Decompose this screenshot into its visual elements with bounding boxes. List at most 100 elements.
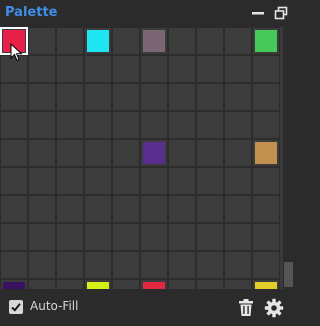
palette-empty-slot[interactable] [84, 83, 112, 111]
minimize-icon[interactable] [249, 4, 267, 22]
trash-icon[interactable] [236, 298, 256, 318]
palette-empty-slot[interactable] [252, 83, 280, 111]
palette-empty-slot[interactable] [224, 279, 252, 289]
palette-empty-slot[interactable] [196, 139, 224, 167]
palette-swatch[interactable] [252, 139, 280, 167]
palette-empty-slot[interactable] [140, 195, 168, 223]
palette-empty-slot[interactable] [252, 55, 280, 83]
palette-empty-slot[interactable] [224, 167, 252, 195]
palette-empty-slot[interactable] [28, 195, 56, 223]
palette-empty-slot[interactable] [84, 111, 112, 139]
palette-empty-slot[interactable] [28, 111, 56, 139]
palette-empty-slot[interactable] [0, 195, 28, 223]
palette-empty-slot[interactable] [112, 167, 140, 195]
palette-empty-slot[interactable] [196, 111, 224, 139]
palette-empty-slot[interactable] [0, 83, 28, 111]
palette-empty-slot[interactable] [84, 251, 112, 279]
palette-empty-slot[interactable] [28, 223, 56, 251]
palette-swatch[interactable] [140, 27, 168, 55]
palette-empty-slot[interactable] [56, 139, 84, 167]
palette-empty-slot[interactable] [84, 167, 112, 195]
palette-empty-slot[interactable] [84, 55, 112, 83]
auto-fill-checkbox[interactable] [9, 300, 23, 314]
palette-empty-slot[interactable] [196, 167, 224, 195]
palette-empty-slot[interactable] [168, 279, 196, 289]
palette-empty-slot[interactable] [84, 139, 112, 167]
palette-empty-slot[interactable] [56, 279, 84, 289]
palette-empty-slot[interactable] [84, 195, 112, 223]
palette-empty-slot[interactable] [56, 55, 84, 83]
palette-empty-slot[interactable] [56, 167, 84, 195]
popout-icon[interactable] [272, 4, 290, 22]
palette-swatch[interactable] [0, 279, 28, 289]
palette-empty-slot[interactable] [196, 55, 224, 83]
palette-empty-slot[interactable] [56, 111, 84, 139]
palette-empty-slot[interactable] [168, 27, 196, 55]
palette-swatch[interactable] [252, 27, 280, 55]
palette-empty-slot[interactable] [140, 83, 168, 111]
palette-empty-slot[interactable] [56, 195, 84, 223]
scrollbar-thumb[interactable] [284, 262, 293, 287]
palette-empty-slot[interactable] [252, 167, 280, 195]
palette-swatch[interactable] [84, 279, 112, 289]
palette-empty-slot[interactable] [168, 55, 196, 83]
palette-empty-slot[interactable] [112, 83, 140, 111]
palette-empty-slot[interactable] [252, 251, 280, 279]
palette-empty-slot[interactable] [56, 27, 84, 55]
palette-empty-slot[interactable] [112, 55, 140, 83]
palette-empty-slot[interactable] [224, 251, 252, 279]
palette-empty-slot[interactable] [168, 223, 196, 251]
palette-empty-slot[interactable] [28, 83, 56, 111]
palette-empty-slot[interactable] [196, 279, 224, 289]
palette-empty-slot[interactable] [196, 27, 224, 55]
palette-swatch[interactable] [84, 27, 112, 55]
palette-empty-slot[interactable] [112, 111, 140, 139]
palette-empty-slot[interactable] [28, 139, 56, 167]
palette-empty-slot[interactable] [112, 27, 140, 55]
palette-empty-slot[interactable] [140, 111, 168, 139]
palette-swatch[interactable] [252, 279, 280, 289]
palette-empty-slot[interactable] [224, 55, 252, 83]
palette-swatch[interactable] [140, 139, 168, 167]
palette-empty-slot[interactable] [196, 195, 224, 223]
palette-empty-slot[interactable] [0, 223, 28, 251]
palette-swatch[interactable] [140, 279, 168, 289]
palette-empty-slot[interactable] [112, 139, 140, 167]
palette-empty-slot[interactable] [112, 251, 140, 279]
palette-empty-slot[interactable] [0, 111, 28, 139]
palette-empty-slot[interactable] [112, 279, 140, 289]
palette-empty-slot[interactable] [28, 55, 56, 83]
palette-swatch[interactable] [0, 27, 28, 55]
palette-empty-slot[interactable] [224, 139, 252, 167]
palette-empty-slot[interactable] [140, 223, 168, 251]
palette-empty-slot[interactable] [140, 55, 168, 83]
palette-empty-slot[interactable] [168, 139, 196, 167]
palette-empty-slot[interactable] [56, 223, 84, 251]
palette-empty-slot[interactable] [28, 251, 56, 279]
palette-empty-slot[interactable] [28, 279, 56, 289]
palette-empty-slot[interactable] [28, 167, 56, 195]
palette-empty-slot[interactable] [196, 223, 224, 251]
palette-empty-slot[interactable] [140, 251, 168, 279]
palette-empty-slot[interactable] [168, 83, 196, 111]
palette-empty-slot[interactable] [168, 251, 196, 279]
palette-empty-slot[interactable] [224, 223, 252, 251]
palette-empty-slot[interactable] [168, 167, 196, 195]
palette-empty-slot[interactable] [252, 195, 280, 223]
palette-empty-slot[interactable] [224, 195, 252, 223]
palette-empty-slot[interactable] [224, 27, 252, 55]
palette-empty-slot[interactable] [56, 251, 84, 279]
palette-empty-slot[interactable] [0, 139, 28, 167]
auto-fill-label[interactable]: Auto-Fill [30, 299, 78, 313]
palette-empty-slot[interactable] [224, 83, 252, 111]
palette-empty-slot[interactable] [28, 27, 56, 55]
palette-empty-slot[interactable] [84, 223, 112, 251]
palette-empty-slot[interactable] [252, 223, 280, 251]
palette-empty-slot[interactable] [0, 55, 28, 83]
palette-empty-slot[interactable] [112, 223, 140, 251]
vertical-scrollbar[interactable] [283, 27, 295, 289]
palette-empty-slot[interactable] [140, 167, 168, 195]
palette-empty-slot[interactable] [252, 111, 280, 139]
palette-empty-slot[interactable] [168, 111, 196, 139]
gear-icon[interactable] [264, 298, 284, 318]
